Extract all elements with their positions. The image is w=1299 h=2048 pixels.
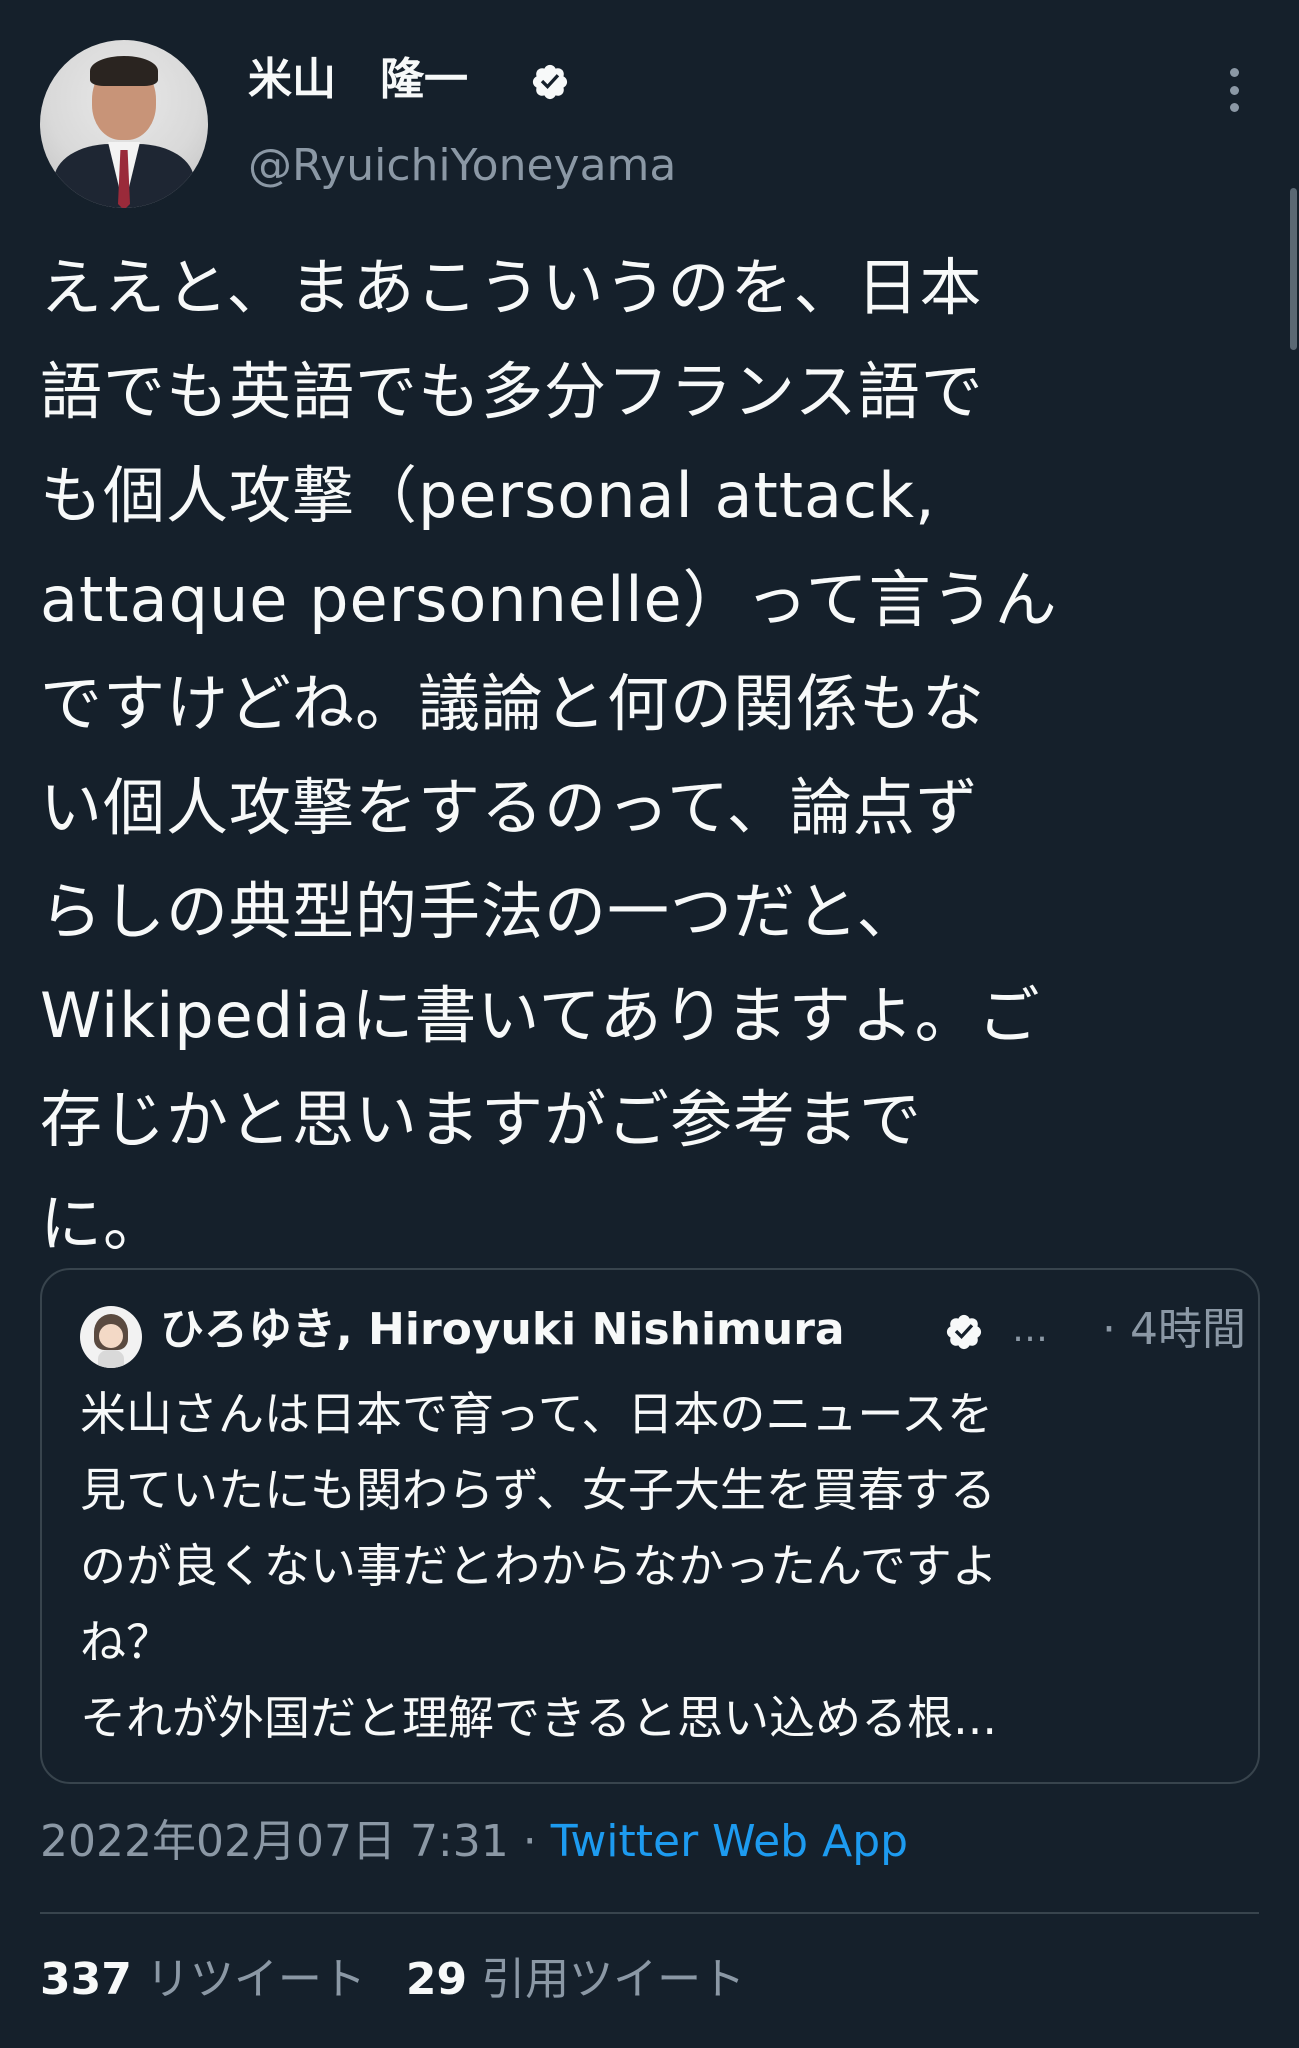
- tweet-detail-page: 米山 隆一 @RyuichiYoneyama ええと、まあこういうのを、日本 語…: [0, 0, 1299, 2048]
- author-avatar[interactable]: [40, 40, 208, 208]
- tweet-stats: 337 リツイート 29 引用ツイート: [40, 1950, 745, 2010]
- retweets-stat[interactable]: 337 リツイート: [40, 1954, 366, 2005]
- verified-badge-icon: [946, 1314, 982, 1350]
- quote-label: 引用ツイート: [481, 1954, 746, 2005]
- author-handle[interactable]: @RyuichiYoneyama: [248, 138, 676, 194]
- quoted-tweet-time: · 4時間: [1102, 1304, 1246, 1355]
- verified-badge-icon: [532, 64, 568, 100]
- quoted-author-avatar: [80, 1306, 142, 1368]
- author-name[interactable]: 米山 隆一: [248, 52, 468, 108]
- tweet-source-link[interactable]: Twitter Web App: [551, 1816, 908, 1867]
- quote-count: 29: [405, 1954, 468, 2005]
- retweet-label: リツイート: [145, 1954, 366, 2005]
- tweet-text: ええと、まあこういうのを、日本 語でも英語でも多分フランス語で も個人攻撃（pe…: [40, 251, 1058, 1260]
- quoted-name-truncation: …: [1012, 1309, 1048, 1350]
- more-options-icon[interactable]: [1214, 62, 1254, 118]
- scrollbar[interactable]: [1290, 188, 1297, 350]
- tweet-metadata: 2022年02月07日 7:31 · Twitter Web App: [40, 1812, 908, 1872]
- meta-separator: ·: [508, 1816, 551, 1867]
- quoted-author-name: ひろゆき, Hiroyuki Nishimura: [160, 1304, 845, 1355]
- divider: [40, 1912, 1259, 1914]
- retweet-count: 337: [40, 1954, 132, 2005]
- quoted-tweet-card[interactable]: ひろゆき, Hiroyuki Nishimura … · 4時間 米山さんは日本…: [40, 1268, 1260, 1784]
- quotes-stat[interactable]: 29 引用ツイート: [406, 1954, 745, 2005]
- tweet-datetime[interactable]: 2022年02月07日 7:31: [40, 1816, 509, 1867]
- quoted-tweet-text: 米山さんは日本で育って、日本のニュースを 見ていたにも関わらず、女子大生を買春す…: [80, 1387, 998, 1745]
